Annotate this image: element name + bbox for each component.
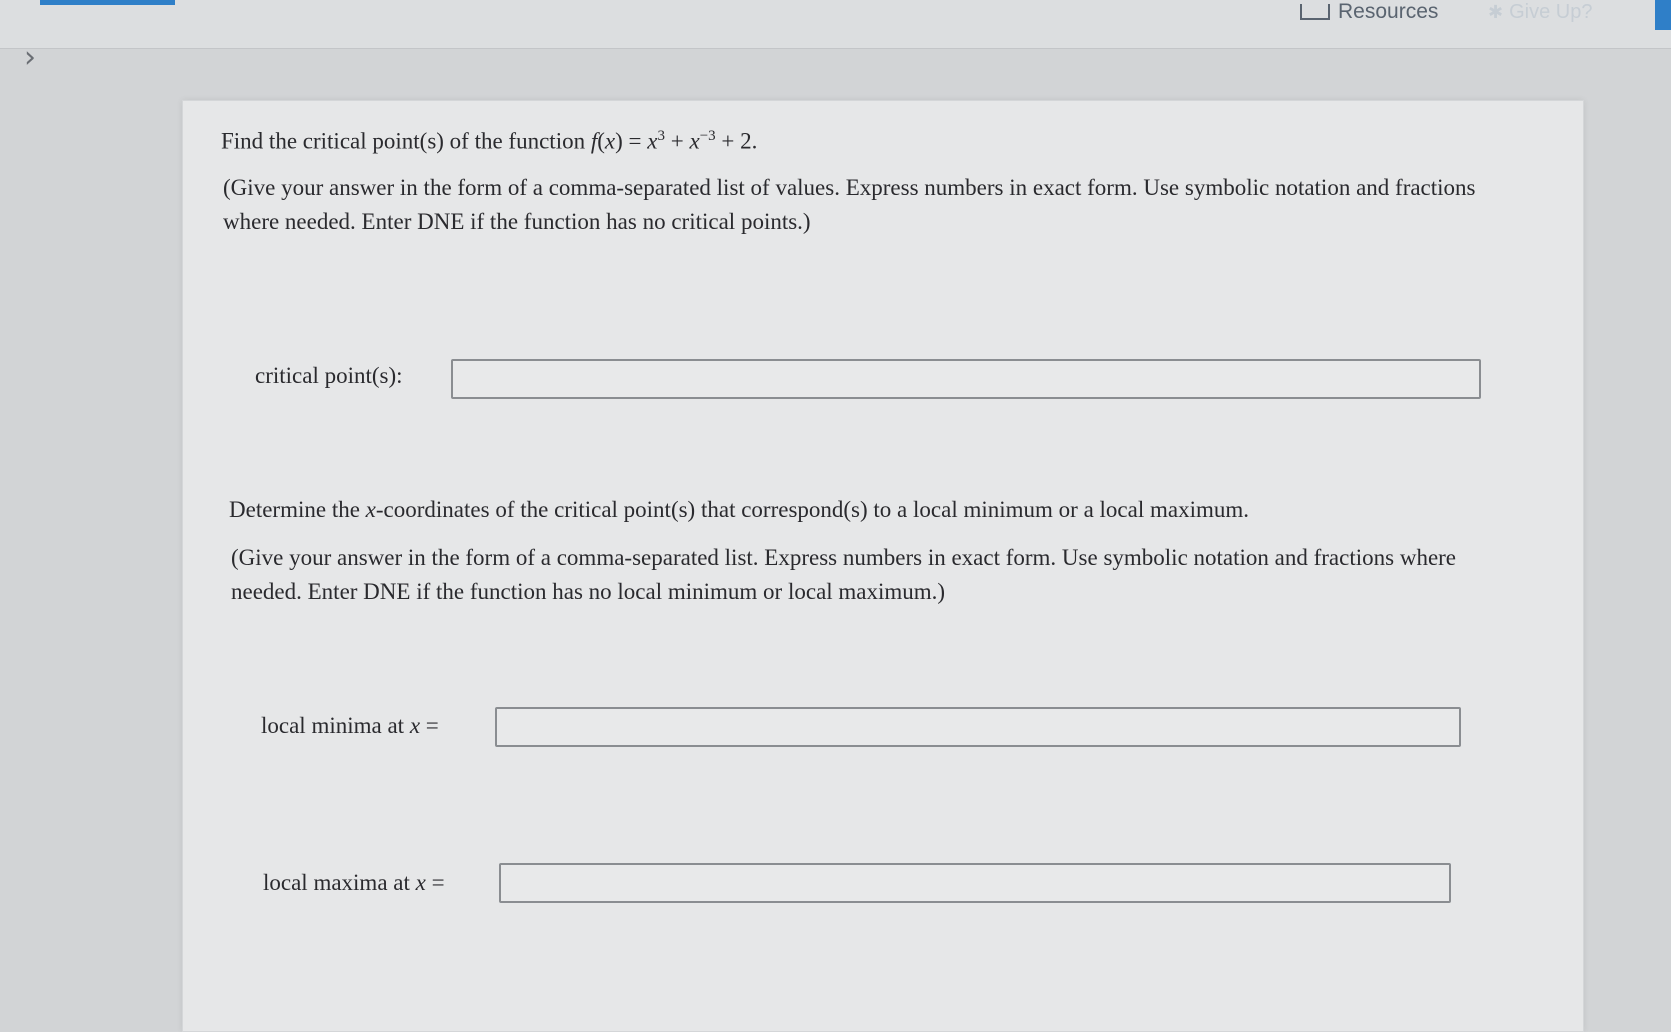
give-up-icon: ✱ [1488, 1, 1504, 22]
local-minima-label: local minima at x = [261, 713, 439, 738]
top-toolbar: Resources ✱ Give Up? [0, 0, 1671, 49]
question1-prompt: Find the critical point(s) of the functi… [221, 128, 758, 154]
chevron-right-icon[interactable]: › [24, 40, 36, 75]
local-maxima-label: local maxima at x = [263, 870, 445, 895]
local-maxima-input[interactable] [499, 863, 1451, 903]
active-tab-indicator [40, 0, 175, 5]
give-up-button[interactable]: ✱ Give Up? [1488, 0, 1592, 24]
local-minima-input[interactable] [495, 707, 1461, 747]
give-up-label: Give Up? [1509, 0, 1593, 23]
corner-accent [1655, 0, 1671, 30]
critical-points-input[interactable] [451, 359, 1481, 399]
resources-button[interactable]: Resources [1300, 0, 1438, 24]
question2-instructions: (Give your answer in the form of a comma… [231, 545, 1457, 604]
question2-prompt: Determine the x-coordinates of the criti… [229, 497, 1249, 522]
critical-points-label: critical point(s): [255, 363, 403, 388]
question1-instructions: (Give your answer in the form of a comma… [223, 175, 1476, 234]
question-panel: Find the critical point(s) of the functi… [182, 100, 1584, 1032]
resources-label: Resources [1338, 0, 1439, 23]
resources-icon [1300, 4, 1330, 20]
